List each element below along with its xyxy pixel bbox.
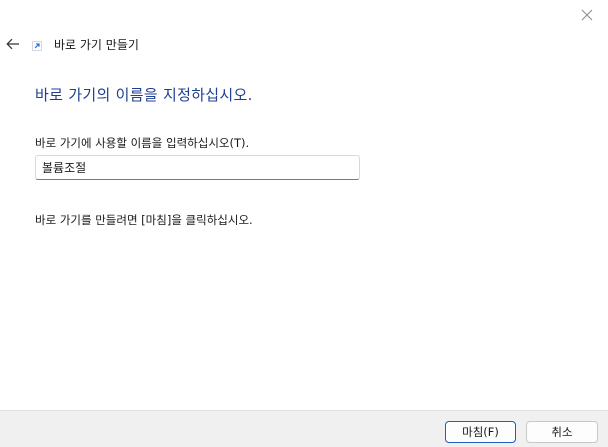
shortcut-name-input[interactable] [35,155,360,180]
shortcut-name-label: 바로 가기에 사용할 이름을 입력하십시오(T). [35,136,250,150]
cancel-button[interactable]: 취소 [526,421,598,443]
shortcut-icon [32,41,42,51]
finish-button[interactable]: 마침(F) [445,421,516,443]
create-shortcut-dialog: 바로 가기 만들기 바로 가기의 이름을 지정하십시오. 바로 가기에 사용할 … [0,0,608,447]
dialog-footer: 마침(F) 취소 [0,410,608,447]
back-arrow-icon [6,38,19,50]
close-icon [581,9,593,21]
back-button[interactable] [2,34,24,54]
dialog-title: 바로 가기 만들기 [54,38,139,52]
close-button[interactable] [572,2,602,28]
page-heading: 바로 가기의 이름을 지정하십시오. [35,86,253,104]
finish-instructions: 바로 가기를 만들려면 [마침]을 클릭하십시오. [35,213,253,227]
